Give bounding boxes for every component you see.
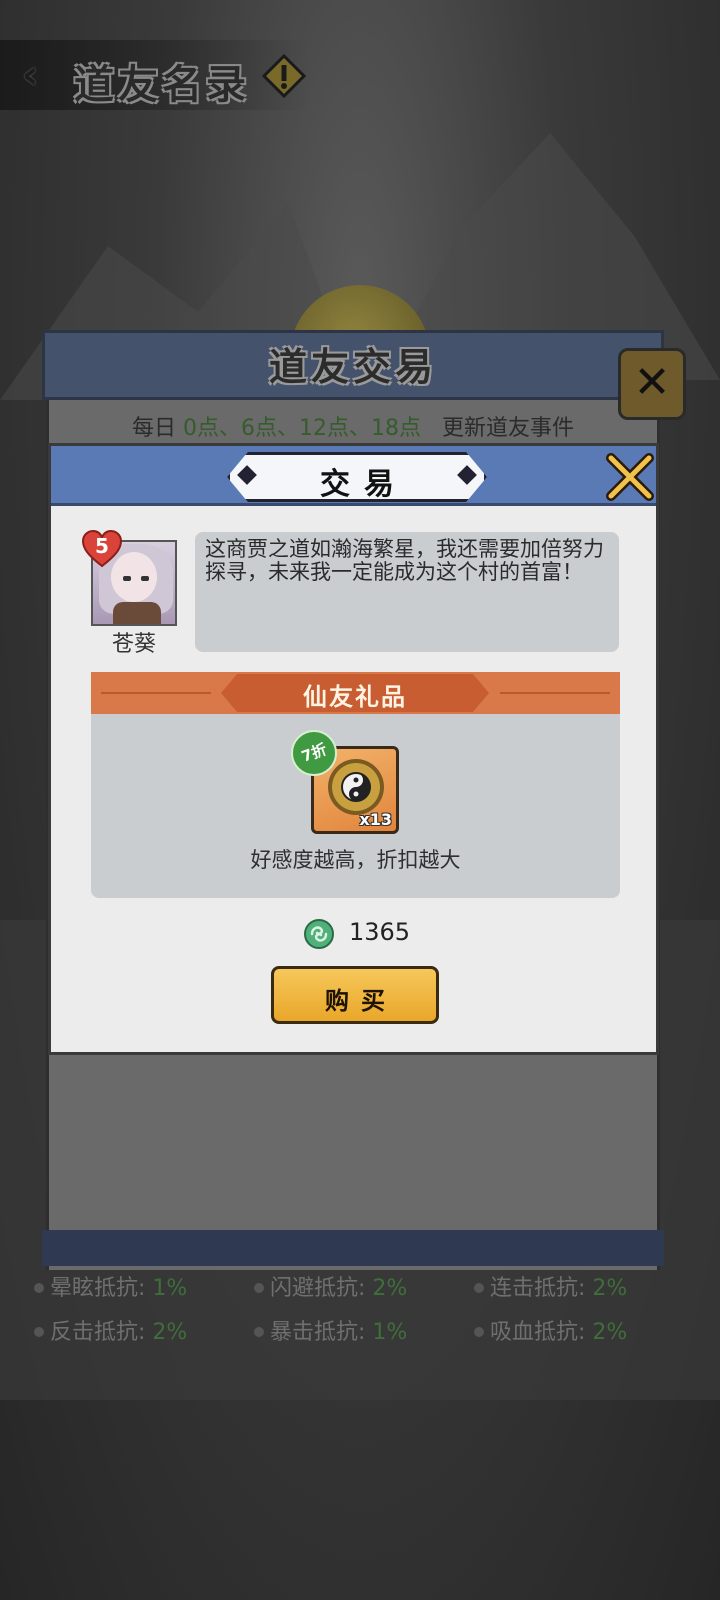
gift-section-header: 仙友礼品 <box>91 672 620 714</box>
gift-section: 仙友礼品 x13 7折 好感度越高，折扣越大 <box>91 672 620 898</box>
warning-icon[interactable] <box>262 54 306 98</box>
price-value: 1365 <box>349 918 411 946</box>
npc-speech-bubble: 这商贾之道如瀚海繁星，我还需要加倍努力探寻，未来我一定能成为这个村的首富！ <box>195 532 619 652</box>
resistance-stats: 晕眩抵抗: 1% 闪避抵抗: 2% 连击抵抗: 2% 反击抵抗: 2% 暴击抵抗… <box>30 1270 690 1358</box>
jade-coin-icon <box>304 919 334 949</box>
buy-button-label: 购买 <box>325 987 397 1015</box>
stat-combo-resist: 连击抵抗: 2% <box>470 1270 690 1314</box>
trade-title-plate: 交易 <box>227 452 487 502</box>
discount-label: 7折 <box>299 740 330 766</box>
stat-counter-resist: 反击抵抗: 2% <box>30 1314 250 1358</box>
favor-level: 5 <box>95 534 109 558</box>
update-schedule-text: 每日 0点、6点、12点、18点 更新道友事件 <box>132 416 574 441</box>
yinyang-icon <box>341 772 371 802</box>
stat-row: 反击抵抗: 2% 暴击抵抗: 1% 吸血抵抗: 2% <box>30 1314 690 1358</box>
close-icon: ✕ <box>633 357 671 408</box>
back-chevron-icon[interactable]: ‹ <box>22 55 58 95</box>
npc-name: 苍葵 <box>111 632 156 657</box>
item-count: x13 <box>359 810 392 829</box>
close-icon[interactable] <box>601 450 657 506</box>
trade-dialog-title: 交易 <box>320 467 408 502</box>
outer-close-button[interactable]: ✕ <box>618 348 686 420</box>
stat-dodge-resist: 闪避抵抗: 2% <box>250 1270 470 1314</box>
stat-stun-resist: 晕眩抵抗: 1% <box>30 1270 250 1314</box>
trade-dialog-header: 交易 <box>51 446 656 506</box>
stat-crit-resist: 暴击抵抗: 1% <box>250 1314 470 1358</box>
page-title: 道友名录 <box>74 62 250 108</box>
favor-heart-badge: 5 <box>81 529 123 568</box>
stat-row: 晕眩抵抗: 1% 闪避抵抗: 2% 连击抵抗: 2% <box>30 1270 690 1314</box>
stat-lifesteal-resist: 吸血抵抗: 2% <box>470 1314 690 1358</box>
gift-hint-text: 好感度越高，折扣越大 <box>250 848 461 872</box>
buy-button[interactable]: 购买 <box>271 966 439 1024</box>
trade-dialog: 交易 5 苍葵 这商贾之道如瀚海繁星，我还需要加倍努力探寻，未来我一定能成为这个… <box>48 443 659 1055</box>
gift-title-plate: 仙友礼品 <box>221 674 489 712</box>
outer-dialog-title: 道友交易 <box>268 345 437 389</box>
discount-badge: 7折 <box>291 730 337 776</box>
outer-dialog-footer <box>42 1230 664 1266</box>
gift-section-title: 仙友礼品 <box>303 683 407 711</box>
